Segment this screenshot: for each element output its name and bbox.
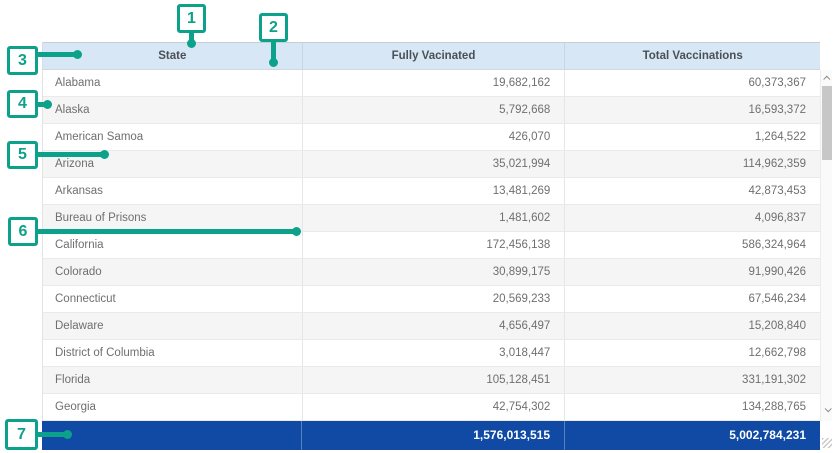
table-row[interactable]: American Samoa426,0701,264,522 <box>43 124 820 151</box>
scrollbar-thumb[interactable] <box>822 86 832 160</box>
chevron-up-icon <box>823 75 830 82</box>
cell-state: Alabama <box>43 70 303 96</box>
annotation-dot-2 <box>269 58 278 67</box>
table-row[interactable]: California172,456,138586,324,964 <box>43 232 820 259</box>
table-row[interactable]: Connecticut20,569,23367,546,234 <box>43 286 820 313</box>
column-header-state[interactable]: State <box>43 43 303 69</box>
cell-total-vaccinations: 91,990,426 <box>565 259 820 285</box>
cell-state: Colorado <box>43 259 303 285</box>
cell-fully-vaccinated: 172,456,138 <box>303 232 566 258</box>
cell-fully-vaccinated: 1,481,602 <box>303 205 566 231</box>
cell-state: Connecticut <box>43 286 303 312</box>
annotation-dot-3 <box>73 50 82 59</box>
cell-state: District of Columbia <box>43 340 303 366</box>
cell-fully-vaccinated: 19,682,162 <box>303 70 566 96</box>
annotation-line-3 <box>36 52 78 57</box>
annotation-callout-5: 5 <box>7 141 38 169</box>
annotation-callout-1: 1 <box>177 4 206 33</box>
annotation-dot-7 <box>63 430 72 439</box>
column-header-total-vaccinations[interactable]: Total Vaccinations <box>565 43 820 69</box>
table-row[interactable]: Delaware4,656,49715,208,840 <box>43 313 820 340</box>
cell-fully-vaccinated: 30,899,175 <box>303 259 566 285</box>
footer-cell-state <box>42 421 302 450</box>
cell-fully-vaccinated: 5,792,668 <box>303 97 566 123</box>
annotation-line-5 <box>36 152 106 157</box>
annotation-dot-5 <box>100 150 109 159</box>
cell-total-vaccinations: 60,373,367 <box>565 70 820 96</box>
cell-state: American Samoa <box>43 124 303 150</box>
vaccination-table: State Fully Vacinated Total Vaccinations… <box>42 42 832 450</box>
table-row[interactable]: Georgia42,754,302134,288,765 <box>43 394 820 421</box>
cell-total-vaccinations: 12,662,798 <box>565 340 820 366</box>
annotation-callout-6: 6 <box>8 217 38 246</box>
table-row[interactable]: District of Columbia3,018,44712,662,798 <box>43 340 820 367</box>
annotation-dot-4 <box>43 100 52 109</box>
cell-total-vaccinations: 15,208,840 <box>565 313 820 339</box>
cell-state: California <box>43 232 303 258</box>
cell-fully-vaccinated: 13,481,269 <box>303 178 566 204</box>
scroll-down-button[interactable] <box>821 403 833 415</box>
column-header-fully-vaccinated[interactable]: Fully Vacinated <box>303 43 566 69</box>
footer-cell-fully-vaccinated-total: 1,576,013,515 <box>302 421 565 450</box>
cell-fully-vaccinated: 3,018,447 <box>303 340 566 366</box>
annotation-dot-1 <box>187 39 196 48</box>
cell-fully-vaccinated: 4,656,497 <box>303 313 566 339</box>
annotation-callout-4: 4 <box>7 90 38 118</box>
table-row[interactable]: Florida105,128,451331,191,302 <box>43 367 820 394</box>
table-row[interactable]: Alaska5,792,66816,593,372 <box>43 97 820 124</box>
table-footer-totals-row: 1,576,013,515 5,002,784,231 <box>42 421 820 450</box>
cell-total-vaccinations: 67,546,234 <box>565 286 820 312</box>
cell-state: Florida <box>43 367 303 393</box>
table-header-row: State Fully Vacinated Total Vaccinations <box>42 42 820 70</box>
cell-fully-vaccinated: 426,070 <box>303 124 566 150</box>
cell-fully-vaccinated: 105,128,451 <box>303 367 566 393</box>
cell-fully-vaccinated: 42,754,302 <box>303 394 566 420</box>
annotation-line-6 <box>36 229 297 234</box>
table-body: Alabama19,682,16260,373,367Alaska5,792,6… <box>42 70 820 421</box>
cell-total-vaccinations: 4,096,837 <box>565 205 820 231</box>
cell-total-vaccinations: 134,288,765 <box>565 394 820 420</box>
table-row[interactable]: Alabama19,682,16260,373,367 <box>43 70 820 97</box>
footer-cell-total-vaccinations-total: 5,002,784,231 <box>565 421 820 450</box>
cell-total-vaccinations: 1,264,522 <box>565 124 820 150</box>
cell-state: Bureau of Prisons <box>43 205 303 231</box>
table-row[interactable]: Arkansas13,481,26942,873,453 <box>43 178 820 205</box>
table-row[interactable]: Colorado30,899,17591,990,426 <box>43 259 820 286</box>
annotation-callout-2: 2 <box>259 13 288 42</box>
cell-total-vaccinations: 114,962,359 <box>565 151 820 177</box>
annotation-dot-6 <box>292 227 301 236</box>
cell-state: Arkansas <box>43 178 303 204</box>
cell-state: Alaska <box>43 97 303 123</box>
cell-total-vaccinations: 586,324,964 <box>565 232 820 258</box>
cell-state: Georgia <box>43 394 303 420</box>
table-row[interactable]: Bureau of Prisons1,481,6024,096,837 <box>43 205 820 232</box>
vertical-scrollbar[interactable] <box>820 70 832 421</box>
chevron-down-icon <box>824 405 831 412</box>
cell-total-vaccinations: 16,593,372 <box>565 97 820 123</box>
cell-total-vaccinations: 42,873,453 <box>565 178 820 204</box>
scroll-up-button[interactable] <box>821 72 833 84</box>
cell-fully-vaccinated: 35,021,994 <box>303 151 566 177</box>
table-row[interactable]: Arizona35,021,994114,962,359 <box>43 151 820 178</box>
annotation-callout-7: 7 <box>5 419 38 450</box>
cell-total-vaccinations: 331,191,302 <box>565 367 820 393</box>
annotation-callout-3: 3 <box>7 46 38 75</box>
resize-grip-icon[interactable] <box>822 438 832 448</box>
cell-state: Delaware <box>43 313 303 339</box>
cell-fully-vaccinated: 20,569,233 <box>303 286 566 312</box>
